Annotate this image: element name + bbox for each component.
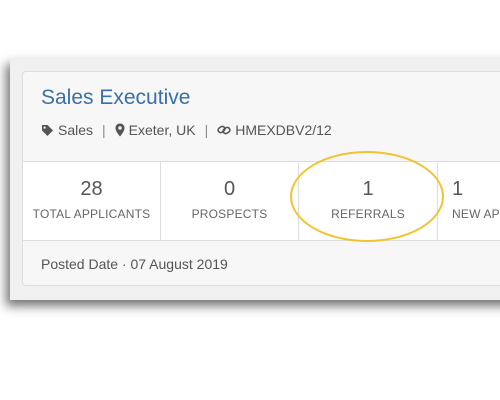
- meta-separator: |: [204, 122, 209, 138]
- job-card-footer: Posted Date · 07 August 2019: [23, 240, 500, 284]
- stat-value: 1: [362, 178, 374, 200]
- stat-referrals[interactable]: 1 REFERRALS: [299, 162, 438, 240]
- link-icon: [217, 125, 231, 135]
- job-card-header: Sales Executive Sales | Exeter, UK | HME…: [23, 72, 500, 162]
- stat-value: 0: [223, 178, 236, 200]
- stat-value: 28: [80, 178, 103, 200]
- job-card[interactable]: Sales Executive Sales | Exeter, UK | HME…: [22, 71, 500, 286]
- map-marker-icon: [115, 123, 125, 137]
- posted-date: Posted Date · 07 August 2019: [41, 256, 228, 272]
- meta-separator: |: [102, 122, 106, 138]
- stat-label: PROSPECTS: [191, 207, 268, 221]
- stat-total-applicants[interactable]: 28 TOTAL APPLICANTS: [23, 162, 161, 240]
- job-location: Exeter, UK: [128, 122, 196, 138]
- stat-label: REFERRALS: [331, 207, 405, 221]
- job-title[interactable]: Sales Executive: [41, 86, 190, 110]
- app-window: Sales Executive Sales | Exeter, UK | HME…: [10, 58, 500, 300]
- stats-row: 28 TOTAL APPLICANTS 0 PROSPECTS 1 REFERR…: [23, 161, 500, 241]
- stat-prospects[interactable]: 0 PROSPECTS: [161, 162, 299, 240]
- stat-label: TOTAL APPLICANTS: [32, 207, 151, 221]
- job-meta: Sales | Exeter, UK | HMEXDBV2/12: [41, 122, 332, 138]
- tag-icon: [42, 124, 53, 136]
- job-department: Sales: [58, 122, 94, 138]
- stat-label: NEW AP: [452, 207, 500, 221]
- job-reference: HMEXDBV2/12: [235, 122, 332, 138]
- stat-new-applicants[interactable]: 1 NEW AP: [438, 162, 500, 240]
- stat-value: 1: [452, 178, 464, 200]
